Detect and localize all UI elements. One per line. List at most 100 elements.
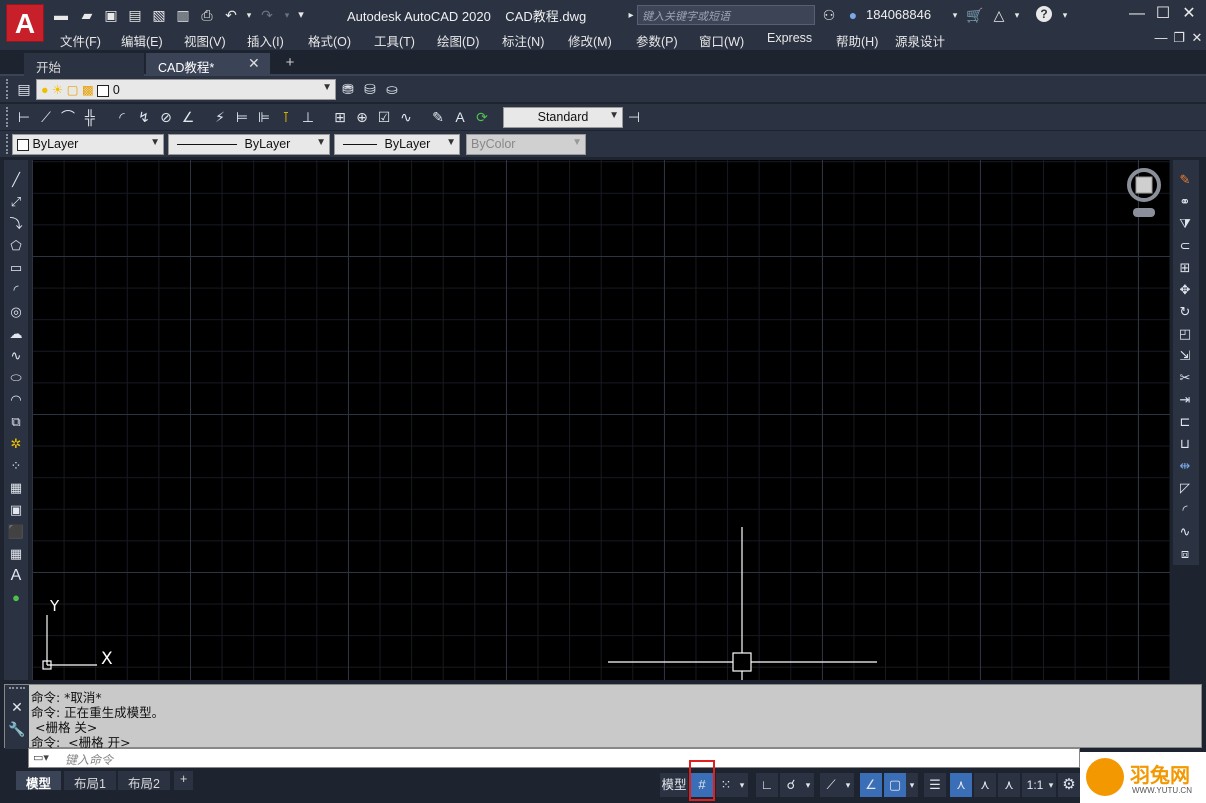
- layer-properties-icon[interactable]: ▤: [14, 79, 34, 99]
- construction-line-icon[interactable]: ⤢: [6, 192, 26, 212]
- aligned-dim-icon[interactable]: ⟋: [36, 107, 56, 127]
- drawing-canvas[interactable]: Y X: [32, 160, 1170, 680]
- hatch-icon[interactable]: ▦: [6, 478, 26, 498]
- menu-item[interactable]: 修改(M): [568, 31, 612, 50]
- customize-quick-access-icon[interactable]: ▾: [292, 6, 310, 24]
- share-icon[interactable]: ▥: [174, 6, 192, 24]
- jogged-icon[interactable]: ↯: [134, 107, 154, 127]
- customize-command-icon[interactable]: 🔧: [7, 719, 27, 739]
- object-snap-icon[interactable]: ▢: [884, 773, 906, 797]
- quick-dim-icon[interactable]: ⚡: [210, 107, 230, 127]
- explode-icon[interactable]: ⧈: [1175, 544, 1195, 564]
- snap-dropdown-icon[interactable]: ▾: [736, 773, 748, 797]
- color-dropdown[interactable]: ByLayer ▼: [12, 134, 164, 155]
- command-grip[interactable]: [9, 687, 25, 691]
- annotation-scale-icon[interactable]: ⋏: [998, 773, 1020, 797]
- maximize-icon[interactable]: ☐: [1150, 4, 1176, 24]
- menu-item[interactable]: 窗口(W): [699, 31, 744, 50]
- isodraft-icon[interactable]: ⟋: [820, 773, 842, 797]
- radius-icon[interactable]: ◜: [112, 107, 132, 127]
- erase-icon[interactable]: ✎: [1175, 170, 1195, 190]
- multiline-text-icon[interactable]: A: [6, 566, 26, 586]
- menu-item[interactable]: 编辑(E): [121, 31, 163, 50]
- center-mark-icon[interactable]: ⊕: [352, 107, 372, 127]
- close-window-icon[interactable]: ✕: [1176, 4, 1202, 24]
- angular-icon[interactable]: ∠: [178, 107, 198, 127]
- model-space-button[interactable]: 模型: [660, 773, 688, 797]
- ellipse-arc-icon[interactable]: ◠: [6, 390, 26, 410]
- make-block-icon[interactable]: ✲: [6, 434, 26, 454]
- extend-icon[interactable]: ⇥: [1175, 390, 1195, 410]
- connect-dropdown-icon[interactable]: ▾: [1008, 6, 1026, 24]
- scale-dropdown-icon[interactable]: ▾: [1046, 773, 1056, 797]
- save-icon[interactable]: ▣: [102, 6, 120, 24]
- menu-item[interactable]: 帮助(H): [836, 31, 878, 50]
- lineweight-display-icon[interactable]: ☰: [924, 773, 946, 797]
- inspect-icon[interactable]: ☑: [374, 107, 394, 127]
- break-icon[interactable]: ⊔: [1175, 434, 1195, 454]
- dimstyle-dropdown[interactable]: Standard ▼: [503, 107, 623, 128]
- ellipse-icon[interactable]: ⬭: [6, 368, 26, 388]
- dim-space-icon[interactable]: ⊺: [276, 107, 296, 127]
- snap-mode-icon[interactable]: ⁙: [716, 773, 736, 797]
- break-at-point-icon[interactable]: ⊏: [1175, 412, 1195, 432]
- spline-icon[interactable]: ∿: [6, 346, 26, 366]
- new-file-icon[interactable]: ▬: [52, 6, 70, 24]
- layer-states-icon[interactable]: ⛀: [382, 79, 402, 99]
- diameter-icon[interactable]: ⊘: [156, 107, 176, 127]
- connect-icon[interactable]: △: [990, 6, 1008, 24]
- autocad-logo-button[interactable]: A: [6, 4, 44, 42]
- fillet-icon[interactable]: ◜: [1175, 500, 1195, 520]
- menu-item[interactable]: 文件(F): [60, 31, 101, 50]
- plot-icon[interactable]: ⎙: [198, 6, 216, 24]
- rotate-icon[interactable]: ↻: [1175, 302, 1195, 322]
- isodraft-dropdown-icon[interactable]: ▾: [842, 773, 854, 797]
- stretch-icon[interactable]: ⇲: [1175, 346, 1195, 366]
- linear-dim-icon[interactable]: ⊢: [14, 107, 34, 127]
- move-icon[interactable]: ✥: [1175, 280, 1195, 300]
- user-dropdown-icon[interactable]: ▾: [946, 6, 964, 24]
- layer-viewport-icon[interactable]: ▢: [67, 83, 79, 97]
- region-icon[interactable]: ⬛: [6, 522, 26, 542]
- menu-item[interactable]: Express: [767, 31, 812, 45]
- menu-item[interactable]: 源泉设计: [895, 31, 945, 50]
- line-icon[interactable]: ╱: [6, 170, 26, 190]
- continue-icon[interactable]: ⊫: [254, 107, 274, 127]
- layer-dropdown[interactable]: ● ☀ ▢ ▩ 0 ▼: [36, 79, 336, 100]
- osnap-dropdown-icon[interactable]: ▾: [906, 773, 918, 797]
- layer-previous-icon[interactable]: ⛁: [360, 79, 380, 99]
- dim-break-icon[interactable]: ⊥: [298, 107, 318, 127]
- menu-item[interactable]: 视图(V): [184, 31, 226, 50]
- command-prompt-icon[interactable]: ▭▾: [33, 751, 49, 764]
- arc-icon[interactable]: ◜: [6, 280, 26, 300]
- toolbar-grip[interactable]: [6, 79, 10, 99]
- polar-tracking-icon[interactable]: ☌: [780, 773, 802, 797]
- undo-dropdown-icon[interactable]: ▾: [240, 6, 258, 24]
- copy-icon[interactable]: ⚭: [1175, 192, 1195, 212]
- viewcube[interactable]: [1127, 168, 1161, 217]
- menu-item[interactable]: 参数(P): [636, 31, 678, 50]
- dim-edit-icon[interactable]: ✎: [428, 107, 448, 127]
- trim-icon[interactable]: ✂: [1175, 368, 1195, 388]
- menu-item[interactable]: 插入(I): [247, 31, 284, 50]
- tab-start[interactable]: 开始: [24, 53, 144, 76]
- make-current-layer-icon[interactable]: ⛃: [338, 79, 358, 99]
- object-snap-tracking-icon[interactable]: ∠: [860, 773, 882, 797]
- jogged-linear-icon[interactable]: ∿: [396, 107, 416, 127]
- layer-thaw-sun-icon[interactable]: ☀: [52, 83, 63, 97]
- revcloud-icon[interactable]: ☁: [6, 324, 26, 344]
- ortho-mode-icon[interactable]: ∟: [756, 773, 778, 797]
- tab-layout2[interactable]: 布局2: [118, 771, 170, 791]
- menu-item[interactable]: 格式(O): [308, 31, 351, 50]
- rectangle-icon[interactable]: ▭: [6, 258, 26, 278]
- binoculars-icon[interactable]: ⚇: [820, 6, 838, 24]
- workspace-gear-icon[interactable]: ⚙: [1058, 773, 1080, 797]
- user-icon[interactable]: ●: [844, 6, 862, 24]
- tab-close-icon[interactable]: ✕: [248, 55, 260, 72]
- new-tab-button[interactable]: +: [280, 54, 300, 72]
- menu-item[interactable]: 绘图(D): [437, 31, 479, 50]
- menu-item[interactable]: 标注(N): [502, 31, 544, 50]
- join-icon[interactable]: ⇹: [1175, 456, 1195, 476]
- tolerance-icon[interactable]: ⊞: [330, 107, 350, 127]
- lineweight-dropdown[interactable]: ByLayer ▼: [334, 134, 460, 155]
